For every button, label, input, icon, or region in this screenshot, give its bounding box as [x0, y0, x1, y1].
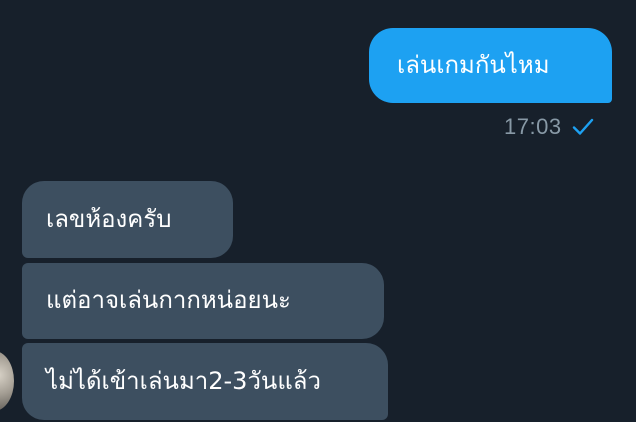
incoming-message-text: แต่อาจเล่นกากหน่อยนะ: [46, 286, 291, 314]
outgoing-message-bubble[interactable]: เล่นเกมกันไหม: [369, 28, 612, 103]
incoming-message-bubble[interactable]: แต่อาจเล่นกากหน่อยนะ: [22, 263, 384, 339]
message-meta: 17:03: [504, 112, 614, 142]
incoming-message-bubble[interactable]: เลขห้องครับ: [22, 181, 233, 258]
incoming-message-bubble[interactable]: ไม่ได้เข้าเล่นมา2-3วันแล้ว: [22, 343, 388, 420]
incoming-message-text: เลขห้องครับ: [46, 205, 172, 233]
outgoing-message-text: เล่นเกมกันไหม: [397, 51, 550, 79]
message-timestamp: 17:03: [504, 114, 562, 139]
check-icon: [572, 118, 593, 135]
incoming-message-text: ไม่ได้เข้าเล่นมา2-3วันแล้ว: [46, 367, 321, 395]
sender-avatar[interactable]: [0, 351, 14, 411]
